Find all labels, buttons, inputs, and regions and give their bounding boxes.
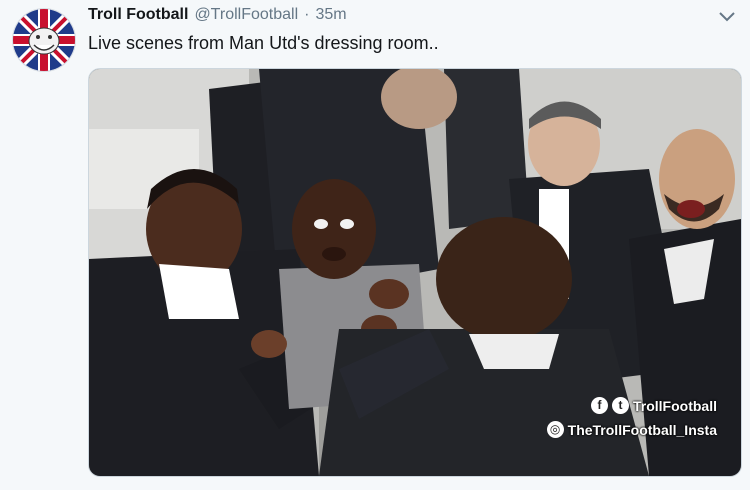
instagram-icon: ◎	[546, 421, 564, 438]
watermark-instagram-handle: TheTrollFootball_Insta	[567, 421, 717, 438]
watermark-handle: TrollFootball	[633, 397, 717, 414]
tweet-text: Live scenes from Man Utd's dressing room…	[88, 33, 439, 53]
tweet-header: Troll Football @TrollFootball · 35m	[88, 6, 347, 24]
tweet: Troll Football @TrollFootball · 35m Live…	[0, 0, 750, 490]
facebook-icon: f	[591, 397, 608, 414]
photo-scene	[89, 69, 741, 476]
union-jack-troll-avatar-icon	[13, 9, 75, 71]
avatar[interactable]	[12, 8, 76, 72]
timestamp[interactable]: 35m	[315, 6, 346, 24]
twitter-icon: t	[612, 397, 629, 414]
user-handle[interactable]: @TrollFootball	[194, 6, 298, 24]
separator-dot: ·	[304, 6, 310, 23]
tweet-media-photo[interactable]: f t TrollFootball ◎ TheTrollFootball_Ins…	[88, 68, 742, 477]
display-name[interactable]: Troll Football	[88, 6, 188, 24]
watermark-instagram: ◎ TheTrollFootball_Insta	[546, 421, 717, 438]
watermark-social: f t TrollFootball	[591, 397, 717, 414]
chevron-down-icon[interactable]	[718, 10, 736, 24]
